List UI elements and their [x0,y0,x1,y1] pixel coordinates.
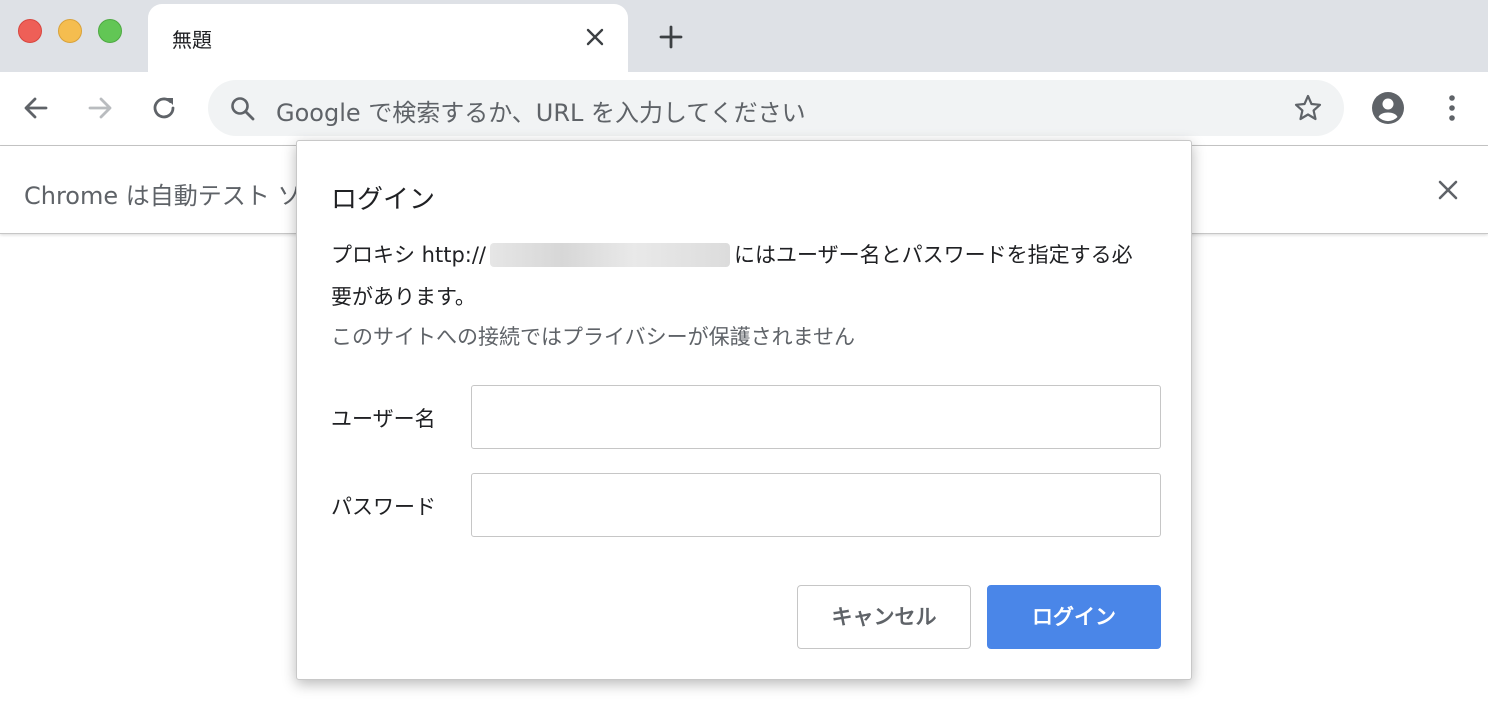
privacy-warning: このサイトへの接続ではプライバシーが保護されません [331,321,855,351]
infobar-text: Chrome は自動テスト ソ [24,176,301,211]
toolbar: Google で検索するか、URL を入力してください [0,72,1488,146]
new-tab-icon[interactable] [656,22,686,52]
window-minimize-button[interactable] [58,19,82,43]
search-icon [228,94,258,124]
window-close-button[interactable] [18,19,42,43]
tab-strip: 無題 [0,0,1488,72]
redacted-proxy-host [490,243,730,267]
account-icon[interactable] [1370,90,1406,126]
forward-icon[interactable] [82,90,118,126]
message-suffix: にはユーザー名とパスワードを指定する必 [734,243,1133,267]
window-zoom-button[interactable] [98,19,122,43]
dialog-message-line2: 要があります。 [331,281,476,311]
active-tab[interactable]: 無題 [148,4,628,72]
tab-close-icon[interactable] [580,22,610,52]
dialog-title: ログイン [331,179,435,216]
password-label: パスワード [331,491,436,521]
cancel-button[interactable]: キャンセル [797,585,971,649]
infobar-close-icon[interactable] [1434,176,1462,204]
tab-title: 無題 [172,24,212,53]
login-button[interactable]: ログイン [987,585,1161,649]
menu-icon[interactable] [1434,90,1470,126]
omnibox[interactable]: Google で検索するか、URL を入力してください [208,80,1344,136]
star-icon[interactable] [1292,92,1324,124]
message-prefix: プロキシ http:// [331,243,486,267]
omnibox-placeholder: Google で検索するか、URL を入力してください [276,93,806,128]
username-field[interactable] [471,385,1161,449]
reload-icon[interactable] [146,90,182,126]
username-label: ユーザー名 [331,403,436,433]
dialog-message: プロキシ http:// にはユーザー名とパスワードを指定する必 [331,239,1133,269]
password-field[interactable] [471,473,1161,537]
proxy-auth-dialog: ログイン プロキシ http:// にはユーザー名とパスワードを指定する必 要があ… [296,140,1192,680]
back-icon[interactable] [18,90,54,126]
